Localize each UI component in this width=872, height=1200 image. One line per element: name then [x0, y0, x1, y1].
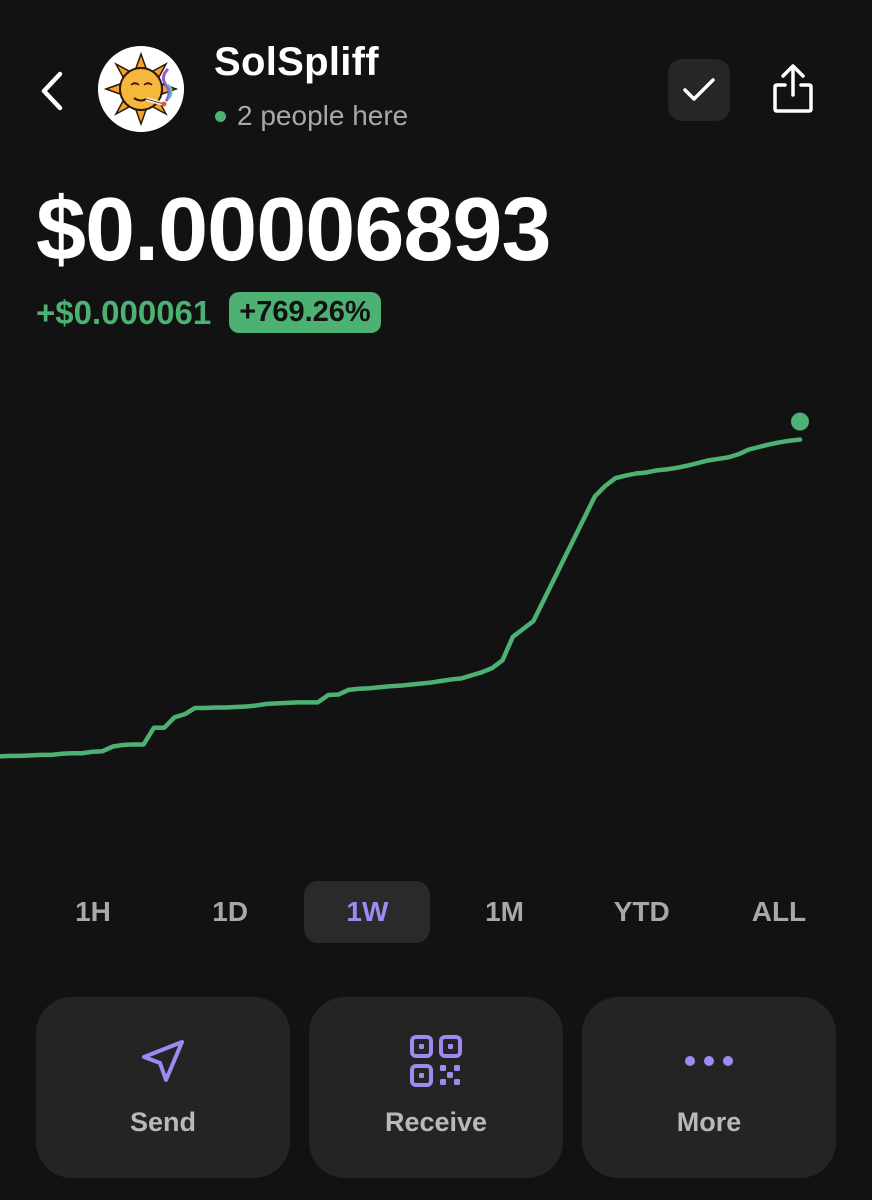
current-price: $0.00006893 [36, 180, 552, 280]
time-range-selector: 1H 1D 1W 1M YTD ALL [30, 881, 842, 943]
back-button[interactable] [36, 70, 70, 112]
header: SolSpliff 2 people here [0, 0, 872, 170]
range-tab-1d[interactable]: 1D [167, 881, 293, 943]
token-name: SolSpliff [214, 40, 379, 84]
send-button[interactable]: Send [36, 997, 290, 1178]
action-buttons: Send Receive More [36, 997, 836, 1178]
price-change-absolute: +$0.000061 [36, 293, 212, 331]
checkmark-icon [683, 78, 715, 101]
receive-label: Receive [384, 1107, 488, 1137]
range-tab-all[interactable]: ALL [716, 881, 842, 943]
price-change-percent-badge: +769.26% [229, 292, 381, 333]
range-tab-1h[interactable]: 1H [30, 881, 156, 943]
watchlist-check-button[interactable] [668, 59, 730, 121]
sun-smoking-logo [98, 46, 184, 132]
paper-plane-icon [142, 1040, 184, 1082]
token-avatar [98, 46, 184, 132]
range-tab-1m[interactable]: 1M [442, 881, 568, 943]
more-dots-icon [685, 1056, 733, 1066]
share-button[interactable] [766, 58, 820, 120]
range-tab-ytd[interactable]: YTD [579, 881, 705, 943]
more-label: More [676, 1107, 742, 1137]
qr-code-icon [410, 1035, 462, 1087]
latest-price-marker [791, 412, 809, 431]
receive-button[interactable]: Receive [309, 997, 563, 1178]
price-change: +$0.000061 +769.26% [36, 292, 381, 333]
presence-text: 2 people here [237, 100, 409, 131]
online-dot-icon [215, 110, 226, 122]
send-label: Send [129, 1107, 196, 1137]
more-button[interactable]: More [582, 997, 836, 1178]
presence-indicator: 2 people here [214, 100, 408, 132]
price-line [0, 437, 803, 759]
share-icon [773, 64, 813, 113]
range-tab-1w[interactable]: 1W [304, 881, 431, 943]
price-chart[interactable] [0, 380, 872, 850]
chevron-left-icon [41, 71, 63, 111]
